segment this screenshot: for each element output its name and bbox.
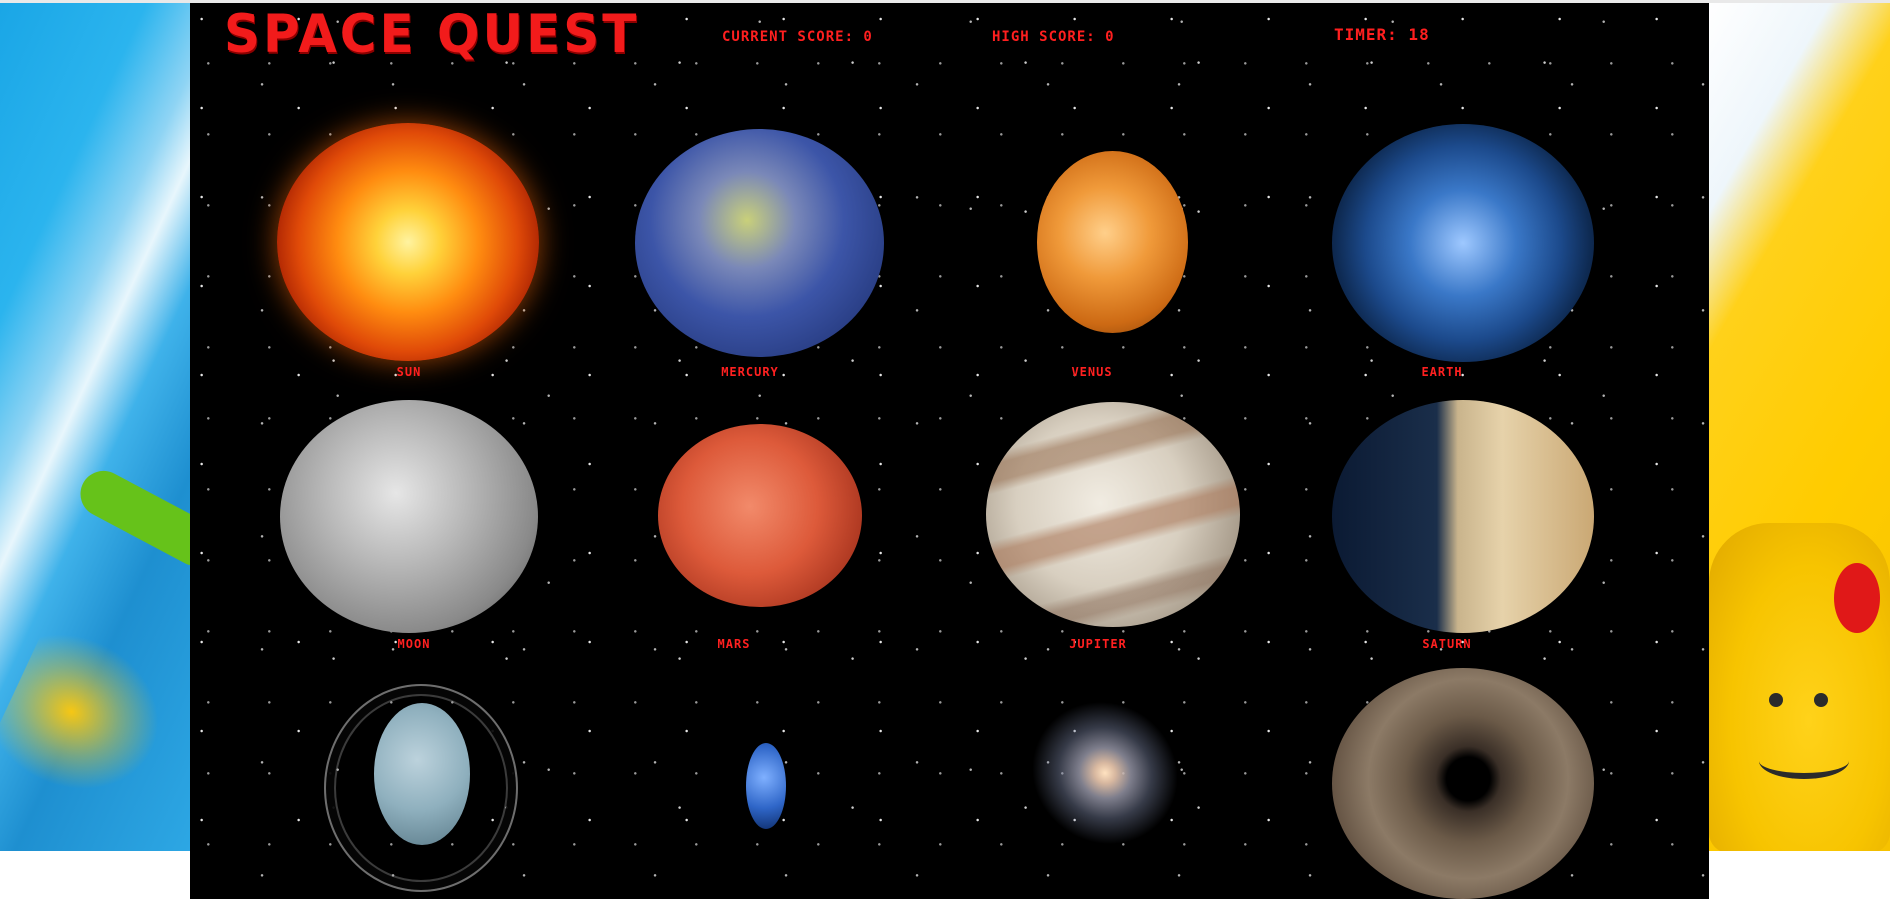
mercury-label: Mercury xyxy=(721,365,779,379)
hand-eye xyxy=(1769,693,1783,707)
moon-label: Moon xyxy=(397,637,431,651)
neptune-icon[interactable] xyxy=(746,743,786,829)
saturn-label: Saturn xyxy=(1422,637,1472,651)
earth-label: Earth xyxy=(1421,365,1463,379)
moon-icon[interactable] xyxy=(280,400,538,633)
hand-eye xyxy=(1814,693,1828,707)
background-right-panel xyxy=(1709,3,1890,851)
high-score: High Score: 0 xyxy=(992,29,1115,45)
paint-streak xyxy=(0,618,185,818)
venus-label: Venus xyxy=(1071,365,1113,379)
sun-icon[interactable] xyxy=(277,123,539,361)
earth-icon[interactable] xyxy=(1332,124,1594,362)
game-board: Space Quest Current Score: 0 High Score:… xyxy=(190,3,1709,899)
game-title: Space Quest xyxy=(224,3,640,65)
hand-smile xyxy=(1759,743,1849,779)
venus-icon[interactable] xyxy=(1037,151,1188,333)
saturn-icon[interactable] xyxy=(1332,400,1594,633)
jupiter-label: Jupiter xyxy=(1069,637,1127,651)
mercury-icon[interactable] xyxy=(635,129,884,357)
sun-label: Sun xyxy=(396,365,422,379)
timer: Timer: 18 xyxy=(1334,25,1430,44)
green-paint-finger xyxy=(72,462,190,570)
galaxy-icon[interactable] xyxy=(1003,672,1207,874)
background-left-panel xyxy=(0,3,190,851)
jupiter-icon[interactable] xyxy=(986,402,1240,627)
red-paint xyxy=(1834,563,1880,633)
uranus-icon[interactable] xyxy=(374,703,470,845)
mars-label: Mars xyxy=(717,637,751,651)
mars-icon[interactable] xyxy=(658,424,862,607)
current-score: Current Score: 0 xyxy=(722,29,873,45)
black-hole-icon[interactable] xyxy=(1332,668,1594,899)
